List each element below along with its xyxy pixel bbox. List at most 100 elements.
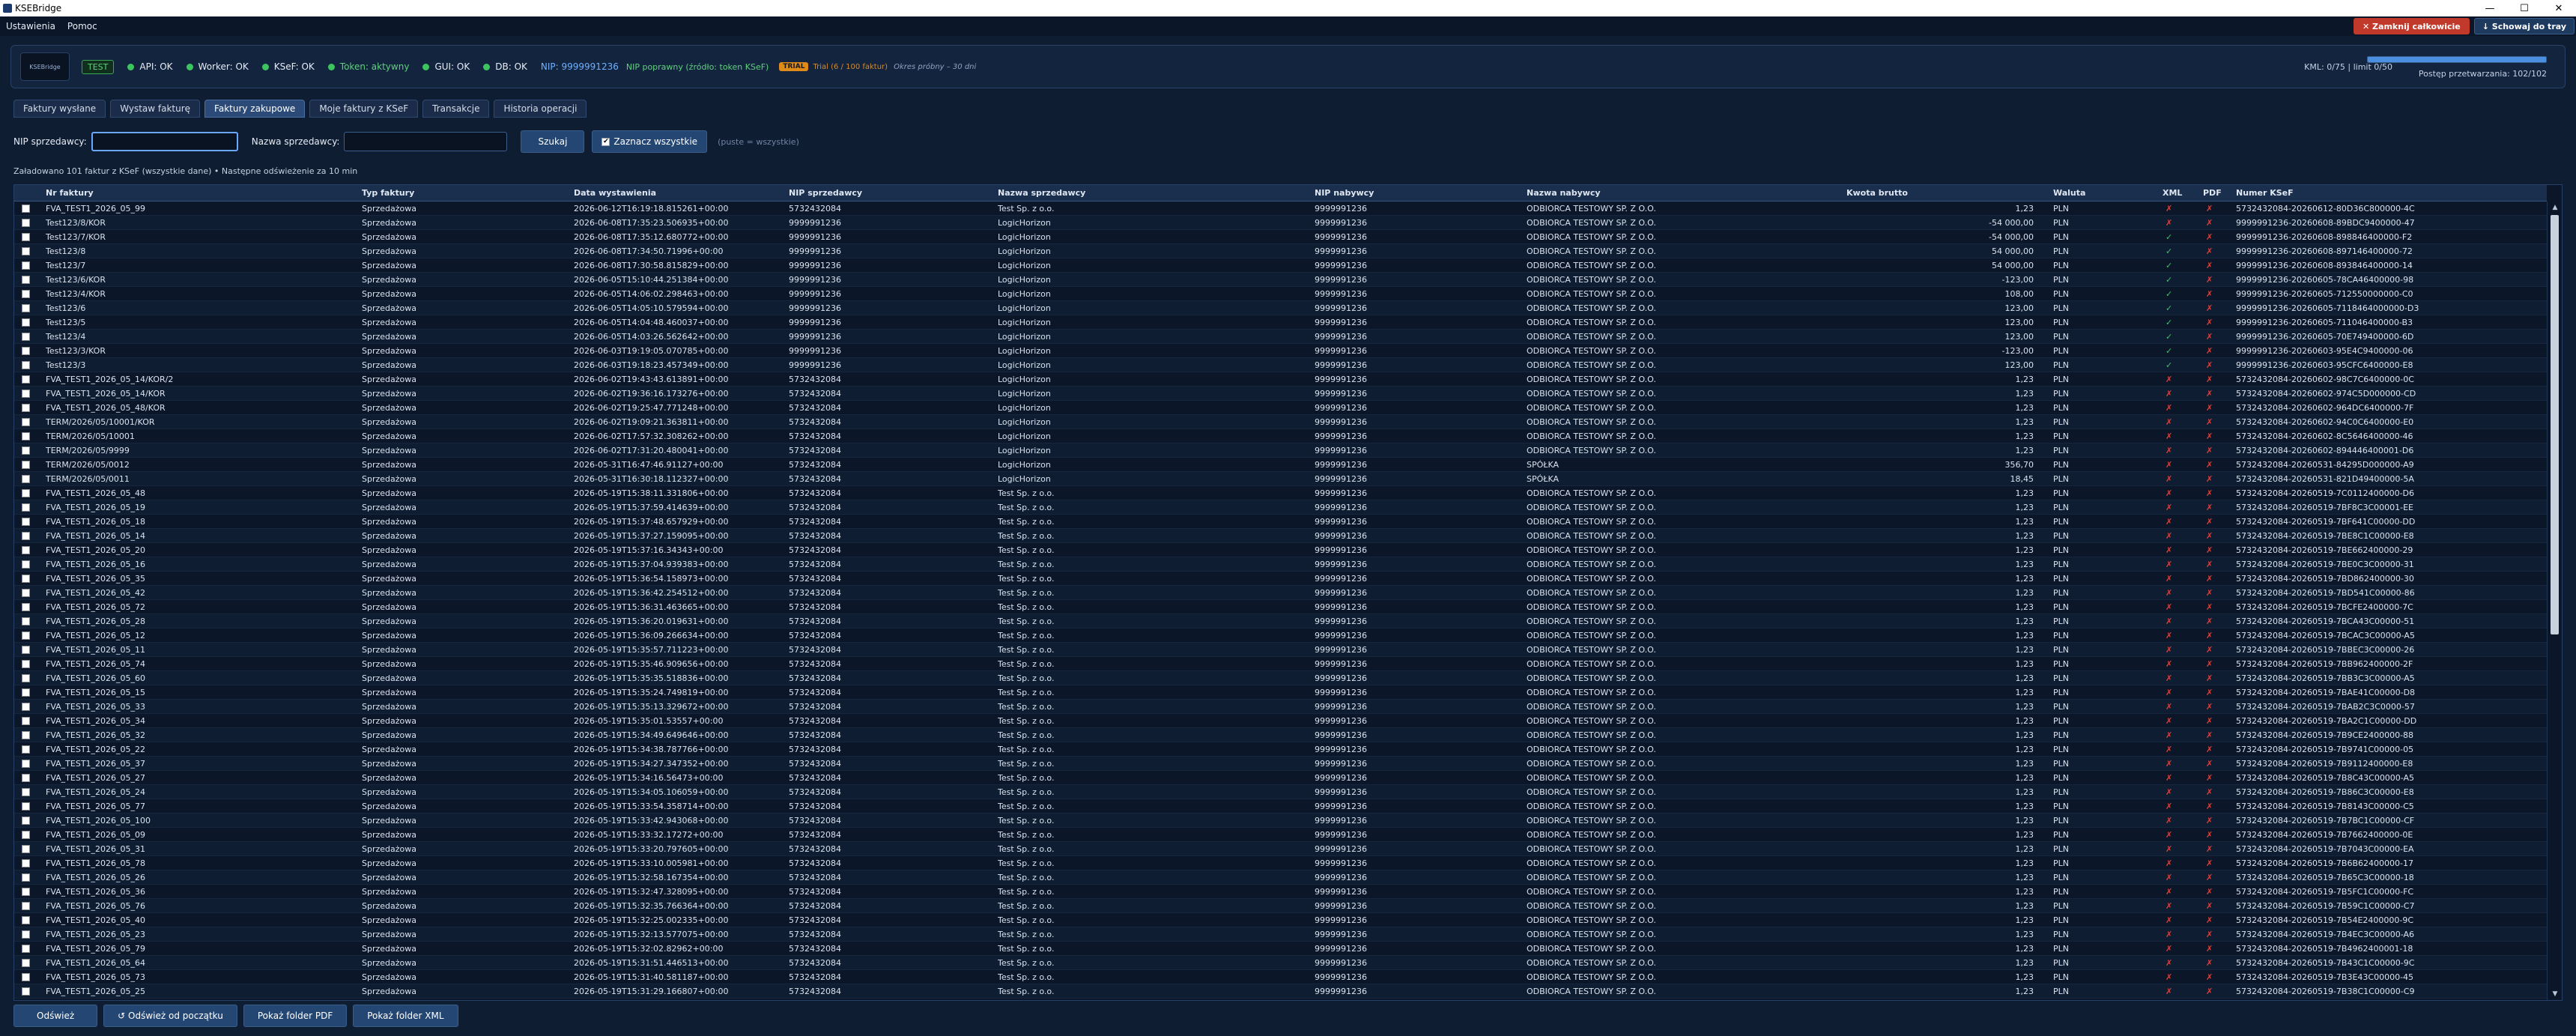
row-checkbox[interactable]: [22, 219, 30, 227]
tab-my-ksef-invoices[interactable]: Moje faktury z KSeF: [309, 100, 419, 118]
table-row[interactable]: Test123/7 Sprzedażowa 2026-06-08T17:30:58.…: [14, 258, 2547, 273]
row-checkbox[interactable]: [22, 916, 30, 924]
row-checkbox[interactable]: [22, 745, 30, 754]
row-checkbox[interactable]: [22, 845, 30, 853]
table-row[interactable]: FVA_TEST1_2026_05_60 Sprzedażowa 2026-05-1…: [14, 671, 2547, 685]
table-row[interactable]: FVA_TEST1_2026_05_74 Sprzedażowa 2026-05-1…: [14, 657, 2547, 671]
table-row[interactable]: FVA_TEST1_2026_05_19 Sprzedażowa 2026-05-1…: [14, 500, 2547, 515]
row-checkbox[interactable]: [22, 390, 30, 398]
row-checkbox[interactable]: [22, 817, 30, 825]
table-row[interactable]: FVA_TEST1_2026_05_42 Sprzedażowa 2026-05-1…: [14, 586, 2547, 600]
table-row[interactable]: Test123/4/KOR Sprzedażowa 2026-06-05T14:06…: [14, 287, 2547, 301]
row-checkbox[interactable]: [22, 404, 30, 412]
scroll-down-arrow-icon[interactable]: ▼: [2548, 988, 2562, 1000]
menu-settings[interactable]: Ustawienia: [0, 21, 61, 31]
row-checkbox[interactable]: [22, 945, 30, 953]
close-all-button[interactable]: ✕ Zamknij całkowicie: [2354, 18, 2470, 34]
select-all-toggle[interactable]: ✔ Zaznacz wszystkie: [592, 130, 708, 153]
row-checkbox[interactable]: [22, 888, 30, 896]
row-checkbox[interactable]: [22, 432, 30, 440]
hide-to-tray-button[interactable]: ↓ Schowaj do tray: [2473, 18, 2575, 34]
table-row[interactable]: FVA_TEST1_2026_05_34 Sprzedażowa 2026-05-1…: [14, 714, 2547, 728]
tab-purchase-invoices[interactable]: Faktury zakupowe: [204, 100, 306, 118]
table-row[interactable]: Test123/4 Sprzedażowa 2026-06-05T14:03:26.…: [14, 330, 2547, 344]
table-row[interactable]: FVA_TEST1_2026_05_77 Sprzedażowa 2026-05-1…: [14, 799, 2547, 814]
row-checkbox[interactable]: [22, 930, 30, 939]
table-row[interactable]: FVA_TEST1_2026_05_14/KOR/2 Sprzedażowa 202…: [14, 372, 2547, 387]
table-row[interactable]: FVA_TEST1_2026_05_72 Sprzedażowa 2026-05-1…: [14, 600, 2547, 614]
minimize-button[interactable]: —: [2473, 0, 2507, 16]
table-row[interactable]: TERM/2026/05/9999 Sprzedażowa 2026-06-02T1…: [14, 443, 2547, 458]
table-row[interactable]: TERM/2026/05/10001/KOR Sprzedażowa 2026-06…: [14, 415, 2547, 429]
table-row[interactable]: TERM/2026/05/10001 Sprzedażowa 2026-06-02T…: [14, 429, 2547, 443]
scroll-up-arrow-icon[interactable]: ▲: [2548, 202, 2562, 213]
table-row[interactable]: Test123/3/KOR Sprzedażowa 2026-06-03T19:19…: [14, 344, 2547, 358]
row-checkbox[interactable]: [22, 631, 30, 640]
row-checkbox[interactable]: [22, 333, 30, 341]
table-row[interactable]: FVA_TEST1_2026_05_35 Sprzedażowa 2026-05-1…: [14, 572, 2547, 586]
row-checkbox[interactable]: [22, 304, 30, 312]
seller-nip-input[interactable]: [91, 132, 238, 151]
table-row[interactable]: FVA_TEST1_2026_05_76 Sprzedażowa 2026-05-1…: [14, 899, 2547, 913]
row-checkbox[interactable]: [22, 361, 30, 369]
seller-name-input[interactable]: [344, 132, 508, 151]
row-checkbox[interactable]: [22, 688, 30, 697]
tab-sent-invoices[interactable]: Faktury wysłane: [13, 100, 106, 118]
table-row[interactable]: FVA_TEST1_2026_05_16 Sprzedażowa 2026-05-1…: [14, 557, 2547, 572]
table-row[interactable]: FVA_TEST1_2026_05_14 Sprzedażowa 2026-05-1…: [14, 529, 2547, 543]
row-checkbox[interactable]: [22, 446, 30, 455]
tab-issue-invoice[interactable]: Wystaw fakturę: [110, 100, 201, 118]
col-invoice-type[interactable]: Typ faktury: [362, 185, 414, 202]
row-checkbox[interactable]: [22, 503, 30, 512]
row-checkbox[interactable]: [22, 987, 30, 996]
table-row[interactable]: FVA_TEST1_2026_05_37 Sprzedażowa 2026-05-1…: [14, 757, 2547, 771]
menu-help[interactable]: Pomoc: [61, 21, 103, 31]
table-row[interactable]: FVA_TEST1_2026_05_23 Sprzedażowa 2026-05-1…: [14, 927, 2547, 942]
row-checkbox[interactable]: [22, 276, 30, 284]
col-currency[interactable]: Waluta: [2053, 185, 2085, 202]
table-row[interactable]: FVA_TEST1_2026_05_28 Sprzedażowa 2026-05-1…: [14, 614, 2547, 628]
table-row[interactable]: FVA_TEST1_2026_05_12 Sprzedażowa 2026-05-1…: [14, 628, 2547, 643]
row-checkbox[interactable]: [22, 375, 30, 384]
row-checkbox[interactable]: [22, 802, 30, 811]
row-checkbox[interactable]: [22, 674, 30, 682]
table-row[interactable]: FVA_TEST1_2026_05_22 Sprzedażowa 2026-05-1…: [14, 742, 2547, 757]
row-checkbox[interactable]: [22, 717, 30, 725]
table-row[interactable]: FVA_TEST1_2026_05_100 Sprzedażowa 2026-05-…: [14, 814, 2547, 828]
table-row[interactable]: FVA_TEST1_2026_05_48/KOR Sprzedażowa 2026-…: [14, 401, 2547, 415]
row-checkbox[interactable]: [22, 489, 30, 497]
table-row[interactable]: FVA_TEST1_2026_05_33 Sprzedażowa 2026-05-1…: [14, 700, 2547, 714]
show-xml-folder-button[interactable]: Pokaż folder XML: [353, 1005, 458, 1027]
table-row[interactable]: FVA_TEST1_2026_05_79 Sprzedażowa 2026-05-1…: [14, 942, 2547, 956]
row-checkbox[interactable]: [22, 603, 30, 611]
table-row[interactable]: FVA_TEST1_2026_05_18 Sprzedażowa 2026-05-1…: [14, 515, 2547, 529]
row-checkbox[interactable]: [22, 418, 30, 426]
col-buyer-nip[interactable]: NIP nabywcy: [1315, 185, 1374, 202]
show-pdf-folder-button[interactable]: Pokaż folder PDF: [243, 1005, 348, 1027]
maximize-button[interactable]: ☐: [2507, 0, 2542, 16]
row-checkbox[interactable]: [22, 233, 30, 241]
table-row[interactable]: Test123/6 Sprzedażowa 2026-06-05T14:05:10.…: [14, 301, 2547, 315]
row-checkbox[interactable]: [22, 261, 30, 270]
table-row[interactable]: FVA_TEST1_2026_05_73 Sprzedażowa 2026-05-1…: [14, 970, 2547, 984]
row-checkbox[interactable]: [22, 973, 30, 981]
table-row[interactable]: Test123/6/KOR Sprzedażowa 2026-06-05T15:10…: [14, 273, 2547, 287]
table-row[interactable]: Test123/5 Sprzedażowa 2026-06-05T14:04:48.…: [14, 315, 2547, 330]
refresh-from-start-button[interactable]: ↺ Odśwież od początku: [103, 1005, 237, 1027]
row-checkbox[interactable]: [22, 347, 30, 355]
table-row[interactable]: FVA_TEST1_2026_05_78 Sprzedażowa 2026-05-1…: [14, 856, 2547, 870]
row-checkbox[interactable]: [22, 560, 30, 569]
table-row[interactable]: FVA_TEST1_2026_05_64 Sprzedażowa 2026-05-1…: [14, 956, 2547, 970]
table-row[interactable]: FVA_TEST1_2026_05_48 Sprzedażowa 2026-05-1…: [14, 486, 2547, 500]
table-row[interactable]: TERM/2026/05/0012 Sprzedażowa 2026-05-31T1…: [14, 458, 2547, 472]
refresh-button[interactable]: Odśwież: [13, 1005, 98, 1027]
row-checkbox[interactable]: [22, 873, 30, 882]
table-row[interactable]: FVA_TEST1_2026_05_27 Sprzedażowa 2026-05-1…: [14, 771, 2547, 785]
table-row[interactable]: TERM/2026/05/0011 Sprzedażowa 2026-05-31T1…: [14, 472, 2547, 486]
close-window-button[interactable]: ✕: [2542, 0, 2576, 16]
col-gross-amount[interactable]: Kwota brutto: [1846, 185, 1908, 202]
table-row[interactable]: FVA_TEST1_2026_05_09 Sprzedażowa 2026-05-1…: [14, 828, 2547, 842]
col-pdf[interactable]: PDF: [2203, 185, 2222, 202]
row-checkbox[interactable]: [22, 617, 30, 625]
table-row[interactable]: FVA_TEST1_2026_05_15 Sprzedażowa 2026-05-1…: [14, 685, 2547, 700]
